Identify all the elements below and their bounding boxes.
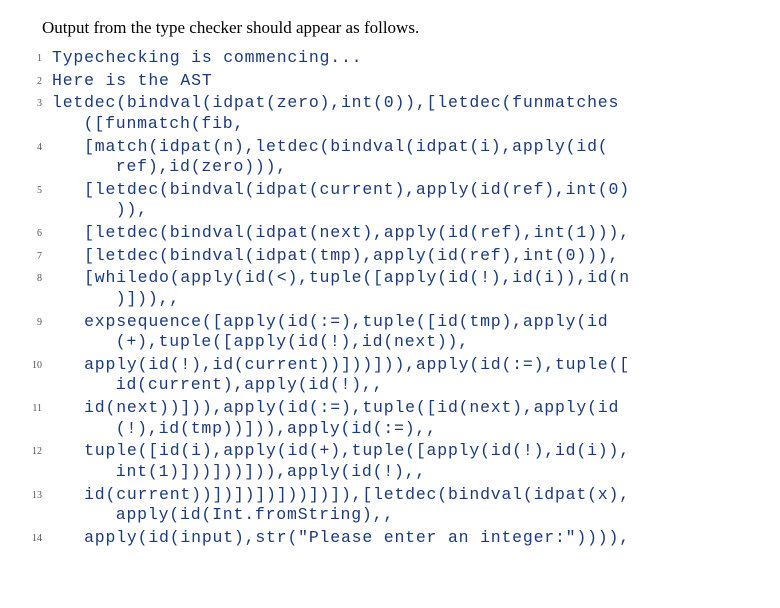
line-number: 2 [30,71,52,89]
line-number: 10 [30,355,52,373]
line-number: 4 [30,137,52,155]
code-line: 3 letdec(bindval(idpat(zero),int(0)),[le… [30,93,750,134]
code-line: 1 Typechecking is commencing... [30,48,750,69]
code-line: 13 id(current))])])])]))])]),[letdec(bin… [30,485,750,526]
code-line: 6 [letdec(bindval(idpat(next),apply(id(r… [30,223,750,244]
code-content: id(current))])])])]))])]),[letdec(bindva… [52,485,750,526]
code-line: 14 apply(id(input),str("Please enter an … [30,528,750,549]
line-number: 14 [30,528,52,546]
code-content: tuple([id(i),apply(id(+),tuple([apply(id… [52,441,750,482]
code-content: apply(id(!),id(current))]))])),apply(id(… [52,355,750,396]
line-number: 5 [30,180,52,198]
code-content: [letdec(bindval(idpat(next),apply(id(ref… [52,223,750,244]
code-content: [letdec(bindval(idpat(tmp),apply(id(ref)… [52,246,750,267]
line-number: 12 [30,441,52,459]
code-line: 4 [match(idpat(n),letdec(bindval(idpat(i… [30,137,750,178]
code-content: apply(id(input),str("Please enter an int… [52,528,750,549]
line-number: 6 [30,223,52,241]
code-line: 10 apply(id(!),id(current))]))])),apply(… [30,355,750,396]
code-content: [letdec(bindval(idpat(current),apply(id(… [52,180,750,221]
code-content: Here is the AST [52,71,750,92]
code-content: letdec(bindval(idpat(zero),int(0)),[letd… [52,93,750,134]
line-number: 8 [30,268,52,286]
line-number: 9 [30,312,52,330]
intro-text: Output from the type checker should appe… [42,18,750,38]
code-line: 11 id(next))])),apply(id(:=),tuple([id(n… [30,398,750,439]
line-number: 1 [30,48,52,66]
line-number: 3 [30,93,52,111]
line-number: 11 [30,398,52,416]
code-line: 8 [whiledo(apply(id(<),tuple([apply(id(!… [30,268,750,309]
line-number: 7 [30,246,52,264]
code-content: id(next))])),apply(id(:=),tuple([id(next… [52,398,750,439]
code-line: 7 [letdec(bindval(idpat(tmp),apply(id(re… [30,246,750,267]
code-content: [whiledo(apply(id(<),tuple([apply(id(!),… [52,268,750,309]
code-line: 12 tuple([id(i),apply(id(+),tuple([apply… [30,441,750,482]
code-content: Typechecking is commencing... [52,48,750,69]
code-content: [match(idpat(n),letdec(bindval(idpat(i),… [52,137,750,178]
code-listing: 1 Typechecking is commencing... 2 Here i… [30,48,750,548]
code-line: 9 expsequence([apply(id(:=),tuple([id(tm… [30,312,750,353]
code-content: expsequence([apply(id(:=),tuple([id(tmp)… [52,312,750,353]
line-number: 13 [30,485,52,503]
code-line: 2 Here is the AST [30,71,750,92]
code-line: 5 [letdec(bindval(idpat(current),apply(i… [30,180,750,221]
